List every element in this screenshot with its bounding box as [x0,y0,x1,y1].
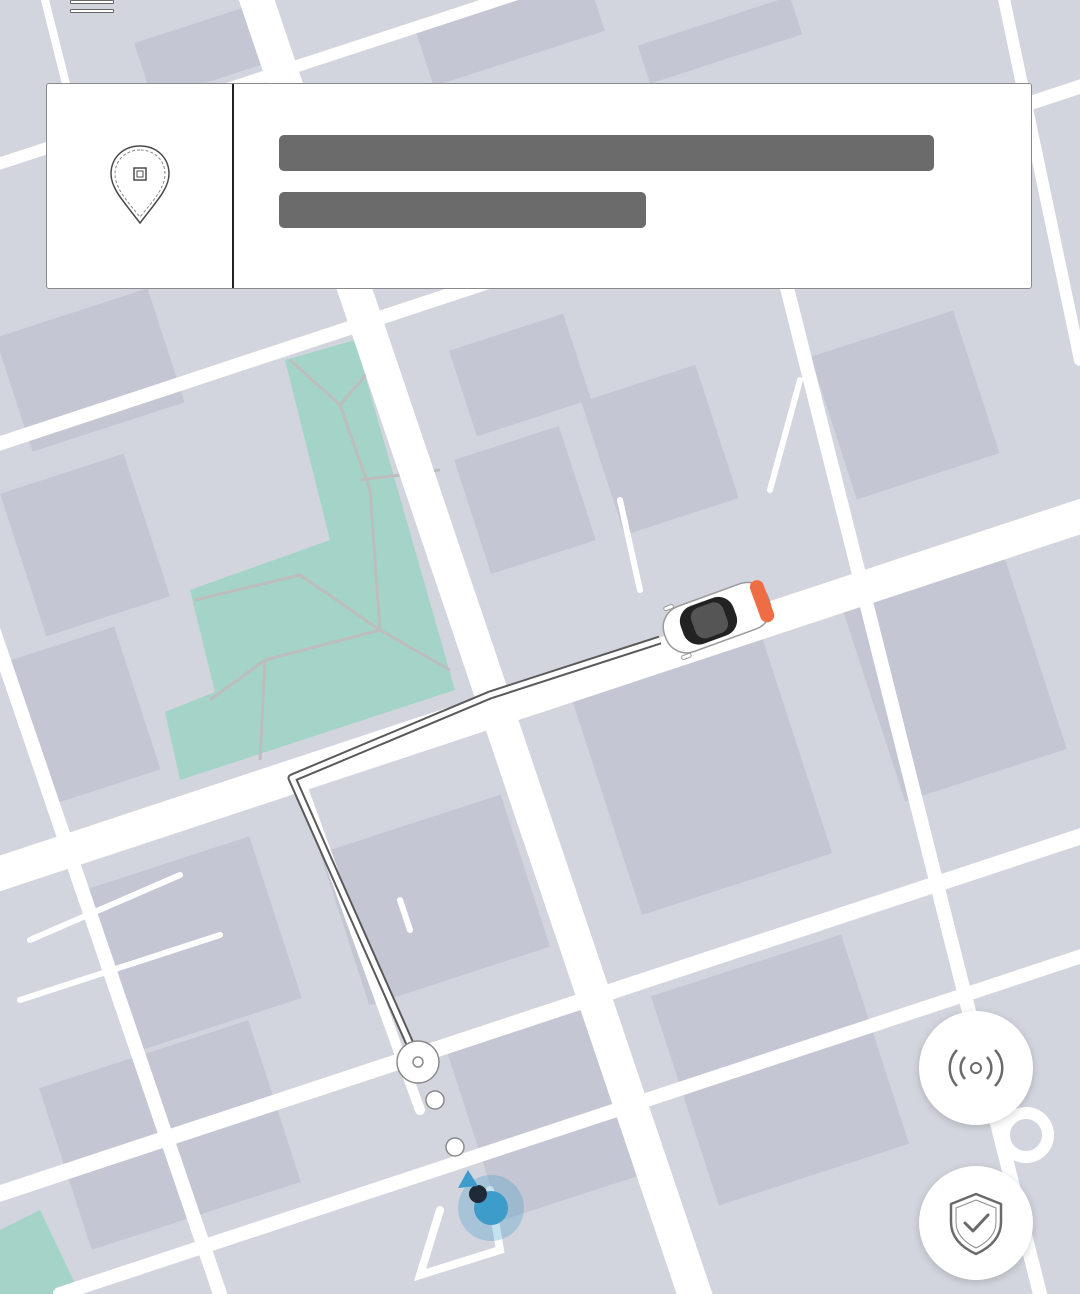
destination-title-placeholder [279,135,934,171]
hamburger-icon [70,0,114,4]
shield-check-icon [949,1192,1003,1256]
pickup-point[interactable] [396,1040,440,1084]
location-pin-icon [109,145,170,225]
broadcast-button[interactable] [919,1011,1033,1125]
safety-button[interactable] [919,1166,1033,1280]
destination-card[interactable] [46,83,1032,289]
card-divider [232,84,234,288]
destination-pin-cell [47,84,232,288]
broadcast-icon [948,1049,1004,1087]
menu-button[interactable] [70,0,114,18]
destination-subtitle-placeholder [279,192,646,228]
